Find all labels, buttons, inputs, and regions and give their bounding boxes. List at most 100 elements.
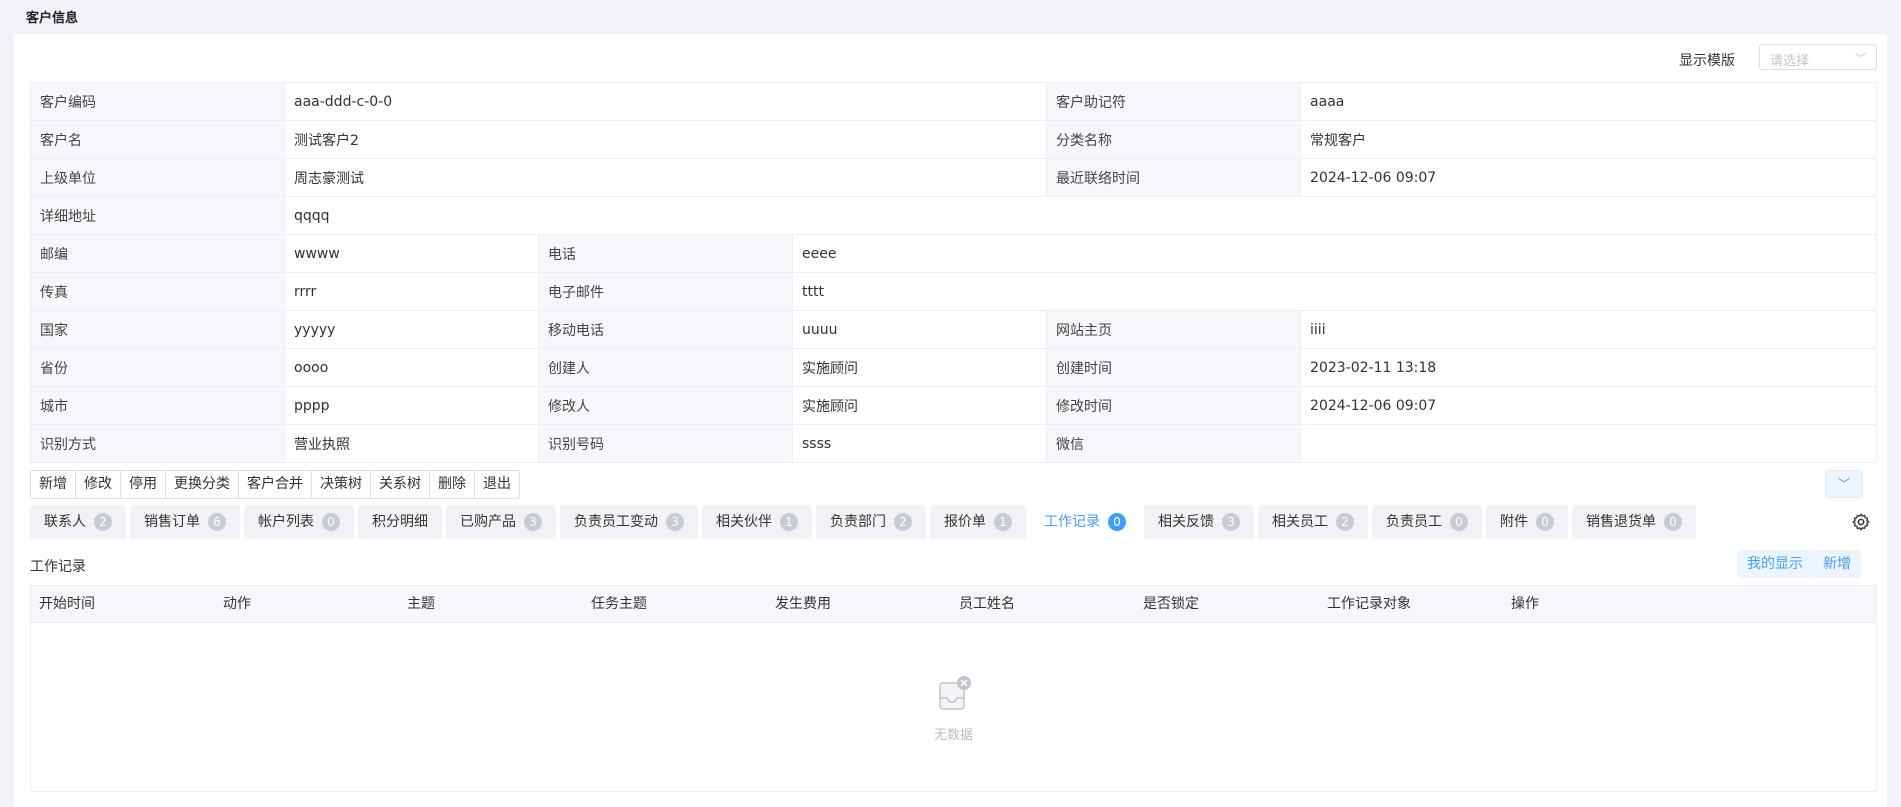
field-value: pppp bbox=[284, 386, 539, 425]
tab-item[interactable]: 销售退货单 0 bbox=[1572, 505, 1696, 539]
customer-panel: 显示模版 请选择 ﹀ 客户编码 aaa-ddd-c-0-0 客户助记符 aaaa 客户名… bbox=[14, 34, 1887, 807]
gear-icon[interactable] bbox=[1851, 512, 1871, 532]
field-label: 客户编码 bbox=[30, 82, 285, 121]
tab-item[interactable]: 已购产品 3 bbox=[446, 505, 556, 539]
tab-item[interactable]: 相关反馈 3 bbox=[1144, 505, 1254, 539]
field-label: 修改时间 bbox=[1046, 386, 1302, 425]
tab-count-badge: 0 bbox=[322, 513, 340, 531]
tab-item[interactable]: 附件 0 bbox=[1486, 505, 1568, 539]
field-label: 详细地址 bbox=[30, 196, 285, 235]
tab-label: 工作记录 bbox=[1044, 514, 1100, 530]
tab-item[interactable]: 工作记录 0 bbox=[1030, 505, 1140, 539]
tab-count-badge: 0 bbox=[1108, 513, 1126, 531]
field-value: wwww bbox=[284, 234, 539, 273]
tab-item[interactable]: 积分明细 bbox=[358, 505, 442, 539]
collapse-button[interactable]: ﹀ bbox=[1825, 470, 1863, 498]
field-label: 客户助记符 bbox=[1046, 82, 1302, 121]
field-label: 邮编 bbox=[30, 234, 285, 273]
field-value: 2024-12-06 09:07 bbox=[1300, 158, 1877, 197]
toolbar-button[interactable]: 修改 bbox=[76, 471, 121, 498]
toolbar-button[interactable]: 退出 bbox=[475, 471, 519, 498]
tab-item[interactable]: 报价单 1 bbox=[930, 505, 1026, 539]
info-row: 识别方式 营业执照 识别号码 ssss 微信 bbox=[30, 424, 1877, 463]
my-display-button[interactable]: 我的显示 bbox=[1737, 550, 1813, 578]
tab-item[interactable]: 相关员工 2 bbox=[1258, 505, 1368, 539]
field-value: uuuu bbox=[791, 310, 1048, 349]
field-label: 创建人 bbox=[538, 348, 793, 387]
tab-count-badge: 0 bbox=[1664, 513, 1682, 531]
field-label: 分类名称 bbox=[1046, 120, 1302, 159]
toolbar-button[interactable]: 客户合并 bbox=[239, 471, 312, 498]
tab-count-badge: 3 bbox=[524, 513, 542, 531]
field-label: 识别方式 bbox=[30, 424, 285, 463]
tab-label: 报价单 bbox=[944, 514, 986, 530]
field-label: 上级单位 bbox=[30, 158, 285, 197]
empty-box-icon bbox=[938, 676, 971, 710]
field-value: aaa-ddd-c-0-0 bbox=[283, 82, 1048, 121]
chevron-down-icon: ﹀ bbox=[1855, 52, 1866, 65]
field-label: 国家 bbox=[30, 310, 285, 349]
field-value bbox=[1300, 424, 1877, 463]
toolbar-button[interactable]: 停用 bbox=[121, 471, 166, 498]
tab-label: 负责员工变动 bbox=[574, 514, 658, 530]
field-value: 实施顾问 bbox=[791, 348, 1048, 387]
tab-count-badge: 2 bbox=[1336, 513, 1354, 531]
template-label: 显示模版 bbox=[1679, 53, 1735, 69]
empty-text: 无数据 bbox=[933, 728, 973, 743]
field-value: 2023-02-11 13:18 bbox=[1300, 348, 1877, 387]
field-label: 识别号码 bbox=[538, 424, 793, 463]
field-value: 2024-12-06 09:07 bbox=[1300, 386, 1877, 425]
info-row: 邮编 wwww 电话 eeee bbox=[30, 234, 1877, 273]
column-header: 操作 bbox=[1511, 596, 1539, 612]
tab-label: 销售订单 bbox=[144, 514, 200, 530]
field-label: 省份 bbox=[30, 348, 285, 387]
toolbar-button[interactable]: 新增 bbox=[31, 471, 76, 498]
grid-header: 开始时间 动作 主题 任务主题 发生费用 员工姓名 是否锁定 工作记录对象 操作 bbox=[31, 586, 1876, 623]
tab-label: 负责员工 bbox=[1386, 514, 1442, 530]
field-label: 电话 bbox=[538, 234, 793, 273]
add-record-button[interactable]: 新增 bbox=[1813, 550, 1861, 578]
tab-label: 积分明细 bbox=[372, 514, 428, 530]
column-header: 动作 bbox=[223, 596, 251, 612]
tab-item[interactable]: 相关伙伴 1 bbox=[702, 505, 812, 539]
tab-item[interactable]: 销售订单 6 bbox=[130, 505, 240, 539]
tab-item[interactable]: 负责员工变动 3 bbox=[560, 505, 698, 539]
tab-count-badge: 1 bbox=[994, 513, 1012, 531]
page-header: 客户信息 bbox=[0, 0, 1901, 32]
tab-item[interactable]: 帐户列表 0 bbox=[244, 505, 354, 539]
field-value: yyyyy bbox=[284, 310, 539, 349]
field-value: rrrr bbox=[284, 272, 539, 311]
field-label: 网站主页 bbox=[1046, 310, 1302, 349]
tab-label: 负责部门 bbox=[830, 514, 886, 530]
toolbar-button[interactable]: 更换分类 bbox=[166, 471, 239, 498]
tab-count-badge: 3 bbox=[666, 513, 684, 531]
tab-item[interactable]: 负责部门 2 bbox=[816, 505, 926, 539]
field-label: 创建时间 bbox=[1046, 348, 1302, 387]
section-title: 工作记录 bbox=[30, 559, 86, 575]
field-value: tttt bbox=[792, 272, 1877, 311]
field-value: qqqq bbox=[284, 196, 1877, 235]
field-label: 电子邮件 bbox=[538, 272, 793, 311]
toolbar-button[interactable]: 关系树 bbox=[371, 471, 430, 498]
column-header: 发生费用 bbox=[775, 596, 831, 612]
tab-label: 销售退货单 bbox=[1586, 514, 1656, 530]
field-value: ssss bbox=[791, 424, 1048, 463]
toolbar-button[interactable]: 决策树 bbox=[312, 471, 371, 498]
field-value: 实施顾问 bbox=[791, 386, 1048, 425]
chevron-down-icon: ﹀ bbox=[1837, 477, 1850, 491]
column-header: 是否锁定 bbox=[1143, 596, 1199, 612]
tab-label: 相关伙伴 bbox=[716, 514, 772, 530]
tab-item[interactable]: 负责员工 0 bbox=[1372, 505, 1482, 539]
toolbar-button[interactable]: 删除 bbox=[430, 471, 475, 498]
field-label: 微信 bbox=[1046, 424, 1302, 463]
field-value: iiii bbox=[1300, 310, 1877, 349]
field-value: 测试客户2 bbox=[283, 120, 1048, 159]
tab-item[interactable]: 联系人 2 bbox=[30, 505, 126, 539]
tab-label: 相关员工 bbox=[1272, 514, 1328, 530]
info-row: 传真 rrrr 电子邮件 tttt bbox=[30, 272, 1877, 311]
field-label: 客户名 bbox=[30, 120, 285, 159]
customer-info-table: 客户编码 aaa-ddd-c-0-0 客户助记符 aaaa 客户名 测试客户2 分类名称 常规… bbox=[30, 82, 1877, 463]
tab-label: 联系人 bbox=[44, 514, 86, 530]
info-row: 详细地址 qqqq bbox=[30, 196, 1877, 235]
template-select[interactable]: 请选择 ﹀ bbox=[1759, 44, 1877, 70]
